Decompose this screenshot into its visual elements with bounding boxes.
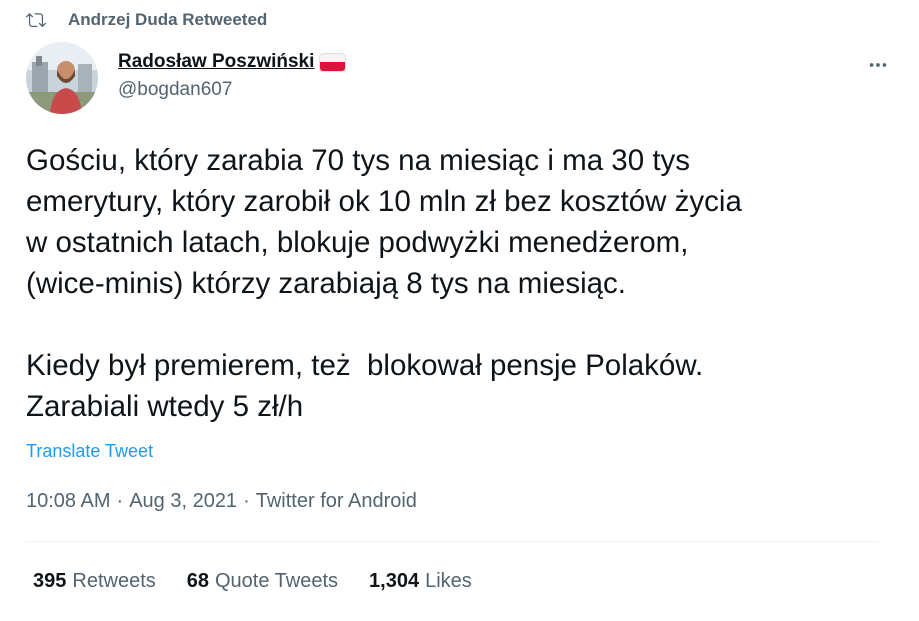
more-icon — [869, 63, 887, 67]
more-options-button[interactable] — [861, 48, 895, 82]
retweet-label[interactable]: Andrzej Duda Retweeted — [68, 10, 267, 30]
poland-flag-icon — [320, 53, 346, 71]
user-handle[interactable]: @bogdan607 — [118, 78, 345, 102]
likes-stat[interactable]: 1,304 Likes — [369, 570, 472, 593]
tweet-line: Zarabiali wtedy 5 zł/h — [26, 390, 304, 423]
tweet-line: Kiedy był premierem, też blokował pensje… — [26, 349, 704, 382]
tweet-line: emerytury, który zarobił ok 10 mln zł be… — [26, 185, 742, 218]
tweet-date[interactable]: Aug 3, 2021 — [129, 490, 237, 513]
tweet-line: Gościu, który zarabia 70 tys na miesiąc … — [26, 144, 691, 177]
tweet-source[interactable]: Twitter for Android — [256, 490, 417, 513]
divider — [26, 541, 879, 542]
retweets-stat[interactable]: 395 Retweets — [33, 570, 156, 593]
tweet-line: w ostatnich latach, blokuje podwyżki men… — [26, 226, 689, 259]
tweet-time[interactable]: 10:08 AM — [26, 490, 111, 513]
tweet-stats: 395 Retweets 68 Quote Tweets 1,304 Likes — [33, 570, 503, 593]
tweet-meta: 10:08 AM · Aug 3, 2021 · Twitter for And… — [26, 490, 417, 513]
quote-tweets-label: Quote Tweets — [215, 570, 339, 592]
display-name[interactable]: Radosław Poszwiński — [118, 50, 346, 74]
tweet-line: (wice-minis) którzy zarabiają 8 tys na m… — [26, 267, 626, 300]
tweet-header: Radosław Poszwiński @bogdan607 — [26, 42, 895, 114]
tweet-text: Gościu, który zarabia 70 tys na miesiąc … — [26, 140, 886, 427]
translate-tweet-link[interactable]: Translate Tweet — [26, 441, 153, 462]
retweet-icon — [26, 10, 46, 30]
separator: · — [243, 490, 250, 512]
avatar[interactable] — [26, 42, 98, 114]
likes-count: 1,304 — [369, 570, 420, 592]
retweets-label: Retweets — [72, 570, 156, 592]
user-info: Radosław Poszwiński @bogdan607 — [118, 50, 346, 102]
display-name-text: Radosław Poszwiński — [118, 51, 315, 72]
retweets-count: 395 — [33, 570, 67, 592]
separator: · — [116, 490, 124, 512]
quote-tweets-stat[interactable]: 68 Quote Tweets — [187, 570, 338, 593]
likes-label: Likes — [425, 570, 472, 592]
quote-tweets-count: 68 — [186, 570, 209, 592]
retweet-context: Andrzej Duda Retweeted — [26, 8, 267, 32]
